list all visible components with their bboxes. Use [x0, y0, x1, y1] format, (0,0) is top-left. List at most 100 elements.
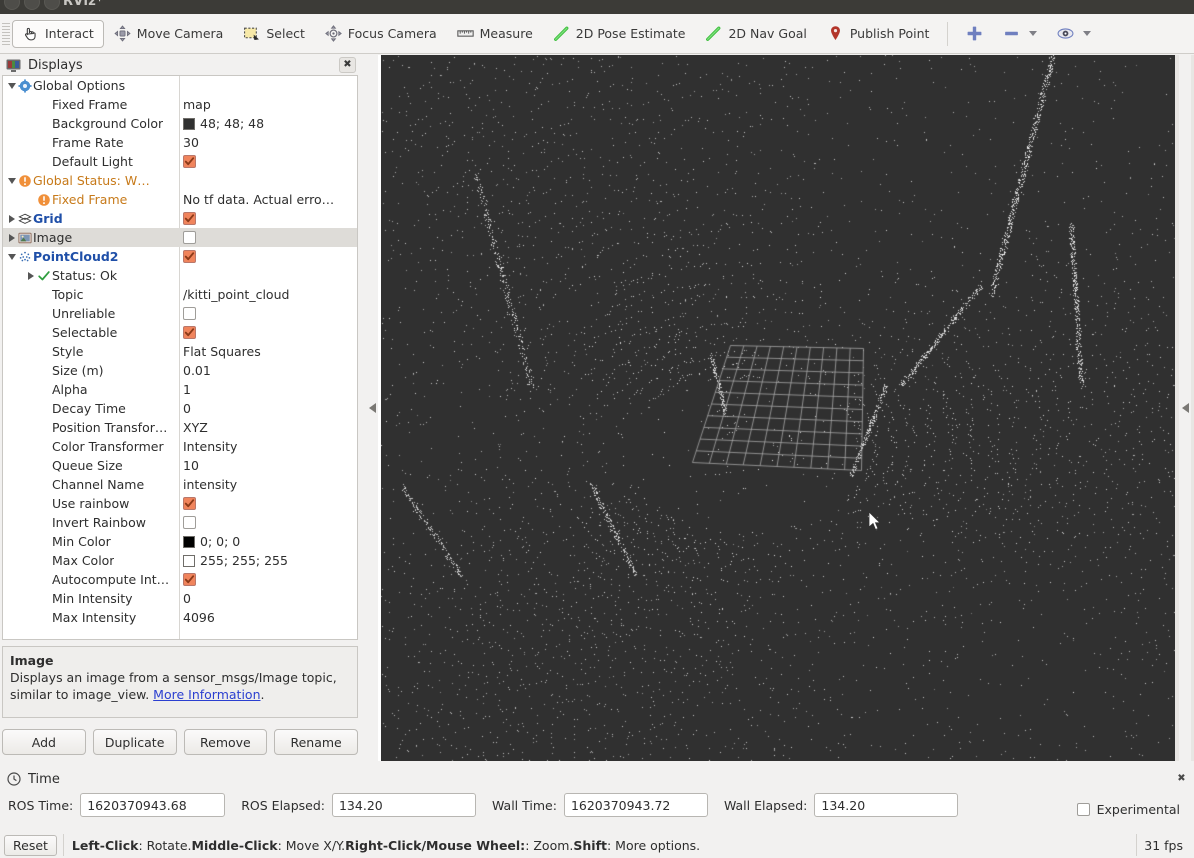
- experimental-checkbox[interactable]: [1076, 803, 1090, 816]
- color-swatch[interactable]: [183, 535, 195, 548]
- tree-row[interactable]: Selectable: [3, 323, 357, 342]
- tree-row[interactable]: Fixed Frame map: [3, 95, 357, 114]
- expand-expanded-icon[interactable]: [6, 171, 17, 190]
- time-field-input[interactable]: 134.20: [331, 793, 476, 817]
- tree-row-value-cell[interactable]: intensity: [179, 475, 357, 494]
- tree-row-value-cell[interactable]: Flat Squares: [179, 342, 357, 361]
- tree-row-value-cell[interactable]: [179, 228, 357, 247]
- tree-row[interactable]: Min Intensity 0: [3, 589, 357, 608]
- chevron-down-icon[interactable]: [1029, 31, 1038, 36]
- tree-row-value-cell[interactable]: [179, 266, 357, 285]
- tree-row[interactable]: PointCloud2: [3, 247, 357, 266]
- tree-row-value-cell[interactable]: 0: [179, 589, 357, 608]
- tree-row-value-cell[interactable]: 1: [179, 380, 357, 399]
- tree-row[interactable]: Style Flat Squares: [3, 342, 357, 361]
- tree-row[interactable]: Image: [3, 228, 357, 247]
- add-button[interactable]: Add: [2, 729, 86, 755]
- toolbar-drag-handle[interactable]: [2, 22, 10, 45]
- visibility-checkbox[interactable]: [183, 573, 196, 586]
- tree-row[interactable]: Default Light: [3, 152, 357, 171]
- tree-row-value-cell[interactable]: XYZ: [179, 418, 357, 437]
- tree-row[interactable]: Grid: [3, 209, 357, 228]
- time-panel-close-icon[interactable]: ✖: [1174, 771, 1189, 786]
- tree-row-value-cell[interactable]: [179, 304, 357, 323]
- render-viewport-3d[interactable]: [381, 55, 1175, 761]
- visibility-checkbox[interactable]: [183, 326, 196, 339]
- tree-row-value-cell[interactable]: [179, 513, 357, 532]
- time-field-input[interactable]: 134.20: [814, 793, 959, 817]
- visibility-checkbox[interactable]: [183, 307, 196, 320]
- color-swatch[interactable]: [183, 117, 195, 130]
- experimental-toggle[interactable]: Experimental: [1076, 802, 1180, 817]
- tree-row[interactable]: Channel Name intensity: [3, 475, 357, 494]
- toolbar-button-interact[interactable]: Interact: [12, 19, 104, 48]
- tree-row-value-cell[interactable]: [179, 171, 357, 190]
- tree-row-value-cell[interactable]: 255; 255; 255: [179, 551, 357, 570]
- tree-row[interactable]: Unreliable: [3, 304, 357, 323]
- tree-row-value-cell[interactable]: 48; 48; 48: [179, 114, 357, 133]
- more-information-link[interactable]: More Information: [153, 687, 260, 702]
- tree-row[interactable]: Background Color 48; 48; 48: [3, 114, 357, 133]
- tree-row-value-cell[interactable]: Intensity: [179, 437, 357, 456]
- duplicate-button[interactable]: Duplicate: [92, 729, 177, 755]
- toolbar-button-2d-nav-goal[interactable]: 2D Nav Goal: [695, 20, 816, 48]
- toolbar-eye-button[interactable]: [1047, 20, 1101, 48]
- time-field-input[interactable]: 1620370943.72: [563, 793, 708, 817]
- tree-row[interactable]: Frame Rate 30: [3, 133, 357, 152]
- tree-row-value-cell[interactable]: [179, 323, 357, 342]
- tree-row-value-cell[interactable]: 30: [179, 133, 357, 152]
- displays-tree[interactable]: Global Options Fixed Frame map Background C…: [2, 75, 358, 640]
- collapse-right-panel-handle[interactable]: [1179, 55, 1191, 761]
- visibility-checkbox[interactable]: [183, 212, 196, 225]
- toolbar-plus-button[interactable]: [956, 20, 993, 48]
- expand-collapsed-icon[interactable]: [6, 209, 17, 228]
- tree-row[interactable]: Alpha 1: [3, 380, 357, 399]
- tree-row[interactable]: Use rainbow: [3, 494, 357, 513]
- tree-row[interactable]: Invert Rainbow: [3, 513, 357, 532]
- point-cloud-canvas[interactable]: [381, 55, 1175, 761]
- tree-row[interactable]: Max Color 255; 255; 255: [3, 551, 357, 570]
- tree-row[interactable]: Color Transformer Intensity: [3, 437, 357, 456]
- reset-button[interactable]: Reset: [4, 834, 57, 856]
- toolbar-button-select[interactable]: Select: [233, 20, 315, 48]
- tree-row-value-cell[interactable]: /kitti_point_cloud: [179, 285, 357, 304]
- tree-row-value-cell[interactable]: [179, 494, 357, 513]
- tree-row-value-cell[interactable]: [179, 209, 357, 228]
- tree-row[interactable]: Max Intensity 4096: [3, 608, 357, 627]
- tree-row-value-cell[interactable]: map: [179, 95, 357, 114]
- tree-row-value-cell[interactable]: [179, 152, 357, 171]
- tree-row[interactable]: Autocompute Int…: [3, 570, 357, 589]
- tree-row[interactable]: Status: Ok: [3, 266, 357, 285]
- tree-row[interactable]: Fixed Frame No tf data. Actual erro…: [3, 190, 357, 209]
- tree-row-value-cell[interactable]: 0; 0; 0: [179, 532, 357, 551]
- minimize-window-icon[interactable]: [24, 0, 40, 10]
- tree-row-value-cell[interactable]: 0.01: [179, 361, 357, 380]
- chevron-down-icon[interactable]: [1083, 31, 1092, 36]
- visibility-checkbox[interactable]: [183, 497, 196, 510]
- tree-row-value-cell[interactable]: [179, 247, 357, 266]
- visibility-checkbox[interactable]: [183, 516, 196, 529]
- expand-collapsed-icon[interactable]: [6, 228, 17, 247]
- toolbar-button-measure[interactable]: Measure: [447, 20, 543, 48]
- tree-row-value-cell[interactable]: 4096: [179, 608, 357, 627]
- tree-row[interactable]: Position Transfor… XYZ: [3, 418, 357, 437]
- window-control-buttons[interactable]: [4, 0, 60, 10]
- expand-collapsed-icon[interactable]: [25, 266, 36, 285]
- close-icon[interactable]: ✖: [339, 57, 356, 73]
- tree-row-value-cell[interactable]: No tf data. Actual erro…: [179, 190, 357, 209]
- close-window-icon[interactable]: [4, 0, 20, 10]
- visibility-checkbox[interactable]: [183, 231, 196, 244]
- toolbar-button-2d-pose-estimate[interactable]: 2D Pose Estimate: [543, 20, 696, 48]
- tree-row-value-cell[interactable]: 0: [179, 399, 357, 418]
- toolbar-button-move-camera[interactable]: Move Camera: [104, 20, 234, 48]
- tree-row[interactable]: Global Status: W…: [3, 171, 357, 190]
- expand-expanded-icon[interactable]: [6, 247, 17, 266]
- rename-button[interactable]: Rename: [274, 729, 358, 755]
- color-swatch[interactable]: [183, 554, 195, 567]
- toolbar-button-focus-camera[interactable]: Focus Camera: [315, 20, 447, 48]
- expand-expanded-icon[interactable]: [6, 76, 17, 95]
- tree-row[interactable]: Global Options: [3, 76, 357, 95]
- visibility-checkbox[interactable]: [183, 155, 196, 168]
- toolbar-minus-button[interactable]: [993, 20, 1047, 48]
- maximize-window-icon[interactable]: [44, 0, 60, 10]
